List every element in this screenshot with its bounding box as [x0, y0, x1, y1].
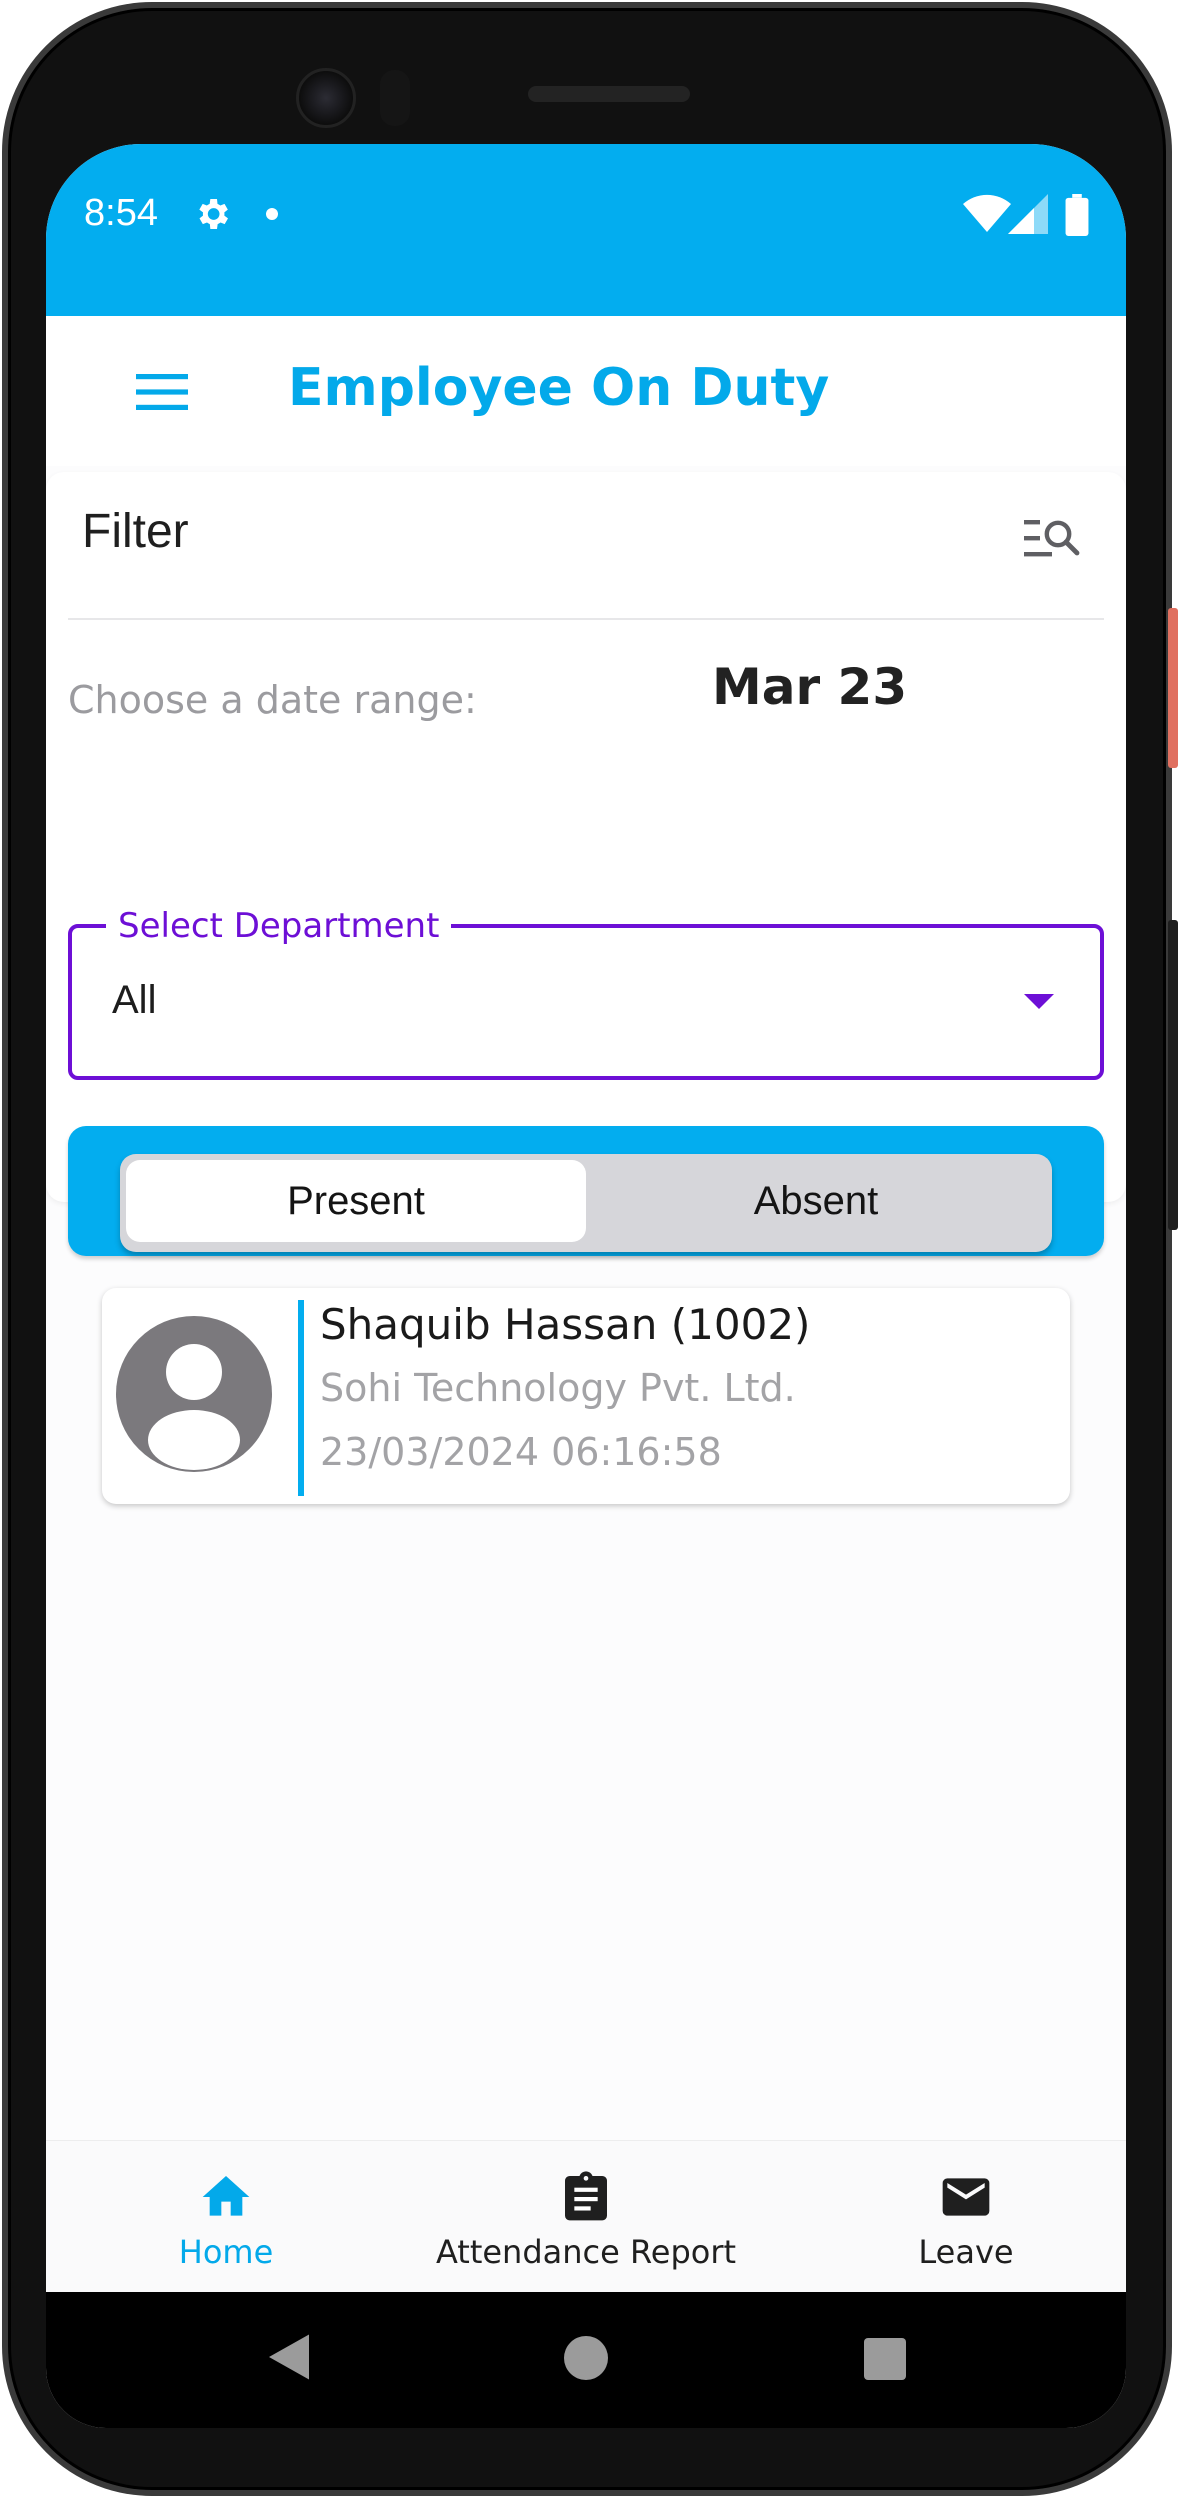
power-button	[1168, 608, 1178, 768]
card-accent-bar	[298, 1300, 304, 1496]
proximity-sensor	[380, 70, 410, 126]
nav-leave-label: Leave	[918, 2233, 1014, 2271]
employee-card[interactable]: Shaquib Hassan (1002) Sohi Technology Pv…	[102, 1288, 1070, 1504]
recents-icon[interactable]	[864, 2338, 906, 2380]
date-range-value[interactable]: Mar 23	[712, 658, 907, 716]
home-icon	[202, 2176, 250, 2216]
filter-search-icon[interactable]	[1024, 516, 1080, 560]
screen: 8:54 Employee On Duty Filter Choose a da…	[46, 144, 1126, 2428]
date-range-label: Choose a date range:	[68, 678, 477, 722]
page-title: Employee On Duty	[288, 358, 830, 418]
employee-timestamp: 23/03/2024 06:16:58	[320, 1430, 722, 1474]
department-select-value: All	[112, 978, 157, 1022]
department-select-label: Select Department	[106, 904, 452, 948]
status-bar: 8:54	[46, 144, 1126, 316]
filter-title: Filter	[82, 505, 189, 558]
employee-company: Sohi Technology Pvt. Ltd.	[320, 1366, 796, 1410]
back-icon[interactable]	[264, 2332, 314, 2382]
signal-icon	[1008, 194, 1048, 234]
system-navigation-bar	[46, 2292, 1126, 2428]
clipboard-icon	[565, 2171, 607, 2221]
volume-button	[1168, 920, 1178, 1230]
bottom-navigation: Home Attendance Report Leave	[46, 2140, 1126, 2292]
avatar-icon	[116, 1316, 272, 1472]
filter-card: Filter Choose a date range: Mar 23 Selec…	[46, 472, 1126, 1256]
mail-icon	[942, 2178, 990, 2216]
tab-absent[interactable]: Absent	[586, 1160, 1046, 1242]
employee-name: Shaquib Hassan (1002)	[320, 1300, 811, 1349]
gear-icon	[199, 199, 228, 229]
nav-home-label: Home	[178, 2233, 274, 2271]
filter-divider	[68, 618, 1104, 620]
nav-attendance-report-label: Attendance Report	[435, 2233, 737, 2271]
dropdown-arrow-icon	[1024, 994, 1054, 1009]
nav-attendance-report[interactable]: Attendance Report	[416, 2141, 756, 2293]
notification-dot	[266, 208, 278, 220]
earpiece-speaker	[528, 86, 690, 102]
battery-icon	[1065, 194, 1089, 236]
app-bar: Employee On Duty	[46, 316, 1126, 466]
attendance-tabs: Present Absent	[120, 1154, 1052, 1252]
hamburger-menu-icon[interactable]	[136, 372, 188, 412]
nav-home[interactable]: Home	[126, 2141, 326, 2293]
department-select[interactable]: Select Department All	[68, 904, 1104, 1080]
front-camera	[296, 68, 356, 128]
nav-leave[interactable]: Leave	[876, 2141, 1056, 2293]
wifi-icon	[963, 194, 1011, 232]
home-circle-icon[interactable]	[564, 2336, 608, 2380]
tab-present[interactable]: Present	[126, 1160, 586, 1242]
status-time: 8:54	[84, 192, 158, 234]
